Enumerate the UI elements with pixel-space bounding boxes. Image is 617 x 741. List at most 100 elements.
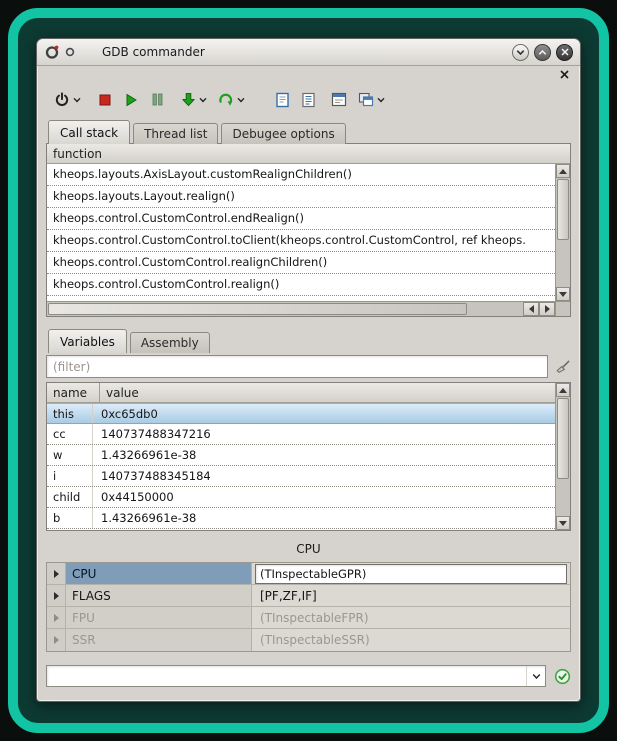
tab-call-stack[interactable]: Call stack [48,120,130,144]
message-window-icon [331,92,347,107]
callstack-row[interactable]: kheops.control.CustomControl.realignChil… [47,252,555,274]
expand-arrow-icon[interactable] [47,607,66,628]
combo-dropdown-icon[interactable] [526,666,545,686]
windows-menu-button[interactable] [356,90,387,109]
register-group-name[interactable]: FLAGS [66,585,252,606]
register-group-value-text: (TInspectableFPR) [255,611,369,625]
debug-toolbar [46,83,571,116]
expand-arrow-icon[interactable] [47,563,66,584]
callstack-row[interactable]: kheops.control.CustomControl.endRealign(… [47,208,555,230]
callstack-row[interactable]: kheops.control.CustomControl.realign() [47,274,555,296]
variables-name-header[interactable]: name [47,383,100,402]
table-row[interactable]: cc 140737488347216 [47,424,555,445]
command-log-button[interactable] [299,90,318,110]
cpu-inspector: CPU CPU FLAGS [PF,ZF,IF] [46,539,571,652]
dock-close-icon[interactable] [560,70,569,79]
register-group-name[interactable]: CPU [66,563,252,584]
scroll-up-icon[interactable] [556,164,570,178]
step-over-icon [218,92,234,107]
variables-rows: this 0xc65db0 cc 140737488347216 w 1.432… [47,403,555,530]
scroll-thumb[interactable] [48,303,467,315]
stop-button[interactable] [97,92,113,108]
register-group-value-text: [PF,ZF,IF] [255,589,317,603]
tab-assembly[interactable]: Assembly [130,332,210,353]
power-icon [54,92,70,108]
scroll-left-icon[interactable] [523,302,539,316]
command-input[interactable] [47,666,526,686]
variables-value-header[interactable]: value [100,383,555,402]
scroll-up-icon[interactable] [556,383,570,397]
titlebar[interactable]: GDB commander [37,39,580,66]
callstack-row[interactable]: kheops.layouts.Layout.realign() [47,186,555,208]
variables-header-row: name value [47,383,555,403]
pause-button[interactable] [149,91,166,108]
scroll-right-icon[interactable] [539,302,555,316]
variable-name: w [47,445,93,465]
step-over-button[interactable] [216,90,247,109]
maximize-button-icon[interactable] [534,44,551,61]
splitter[interactable] [46,317,571,325]
continue-button[interactable] [122,91,140,109]
cpu-row[interactable]: CPU [47,563,570,585]
filter-input[interactable] [46,355,548,378]
table-row[interactable]: child 0x44150000 [47,487,555,508]
cpu-row[interactable]: FLAGS [PF,ZF,IF] [47,585,570,607]
shade-button-icon[interactable] [512,44,529,61]
table-row[interactable]: this 0xc65db0 [47,403,555,424]
scroll-thumb[interactable] [557,179,569,240]
scroll-down-icon[interactable] [556,516,570,530]
expand-arrow-icon[interactable] [47,585,66,606]
variables-vertical-scrollbar[interactable] [555,383,570,530]
scroll-thumb[interactable] [557,398,569,479]
variable-value: 140737488347216 [93,424,555,444]
clear-filter-icon[interactable] [555,359,571,375]
variables-panel: name value this 0xc65db0 cc 140737488347… [46,382,571,531]
table-row[interactable]: w 1.43266961e-38 [47,445,555,466]
expand-arrow-icon[interactable] [47,629,66,651]
scroll-track[interactable] [556,397,570,516]
variable-value: 0x44150000 [93,487,555,507]
close-button-icon[interactable] [556,44,573,61]
register-group-value: (TInspectableSSR) [252,629,570,651]
client-area: Call stack Thread list Debugee options f… [37,66,580,701]
send-ok-icon[interactable] [554,668,571,685]
gdb-commander-window: GDB commander [36,38,581,702]
screenshot-stage: GDB commander [0,0,617,741]
windows-menu-chevron-icon [377,97,385,103]
register-group-value-text: (TInspectableSSR) [255,633,370,647]
command-row [46,664,571,688]
scroll-down-icon[interactable] [556,287,570,301]
cpu-row[interactable]: SSR (TInspectableSSR) [47,629,570,651]
table-row[interactable]: i 140737488345184 [47,466,555,487]
command-combobox[interactable] [46,665,546,687]
register-group-name[interactable]: FPU [66,607,252,628]
variable-value: 1.43266961e-38 [93,508,555,528]
callstack-row[interactable]: kheops.control.CustomControl.toClient(kh… [47,230,555,252]
scroll-track[interactable] [556,178,570,287]
tab-variables[interactable]: Variables [48,329,127,353]
variable-value: 140737488345184 [93,466,555,486]
tab-debugee-options[interactable]: Debugee options [221,123,345,144]
command-log-icon [301,92,316,108]
tab-thread-list[interactable]: Thread list [133,123,218,144]
table-row[interactable]: b 1.43266961e-38 [47,508,555,529]
output-view-icon [275,92,290,108]
callstack-column-header[interactable]: function [47,144,570,164]
cpu-row[interactable]: FPU (TInspectableFPR) [47,607,570,629]
cpu-value-editor[interactable] [255,564,567,584]
register-group-name[interactable]: SSR [66,629,252,651]
output-view-button[interactable] [273,90,292,110]
callstack-vertical-scrollbar[interactable] [555,164,570,301]
step-into-button[interactable] [179,90,209,109]
scroll-track[interactable] [47,302,523,316]
callstack-row[interactable]: kheops.layouts.AxisLayout.customRealignC… [47,164,555,186]
power-button[interactable] [52,90,83,110]
message-window-button[interactable] [329,90,349,109]
register-group-value [252,563,570,584]
callstack-rows: kheops.layouts.AxisLayout.customRealignC… [47,164,555,301]
pause-icon [151,93,164,106]
variable-name: cc [47,424,93,444]
callstack-horizontal-scrollbar[interactable] [47,301,555,316]
variable-value: 1.43266961e-38 [93,445,555,465]
windows-menu-icon [358,92,374,107]
